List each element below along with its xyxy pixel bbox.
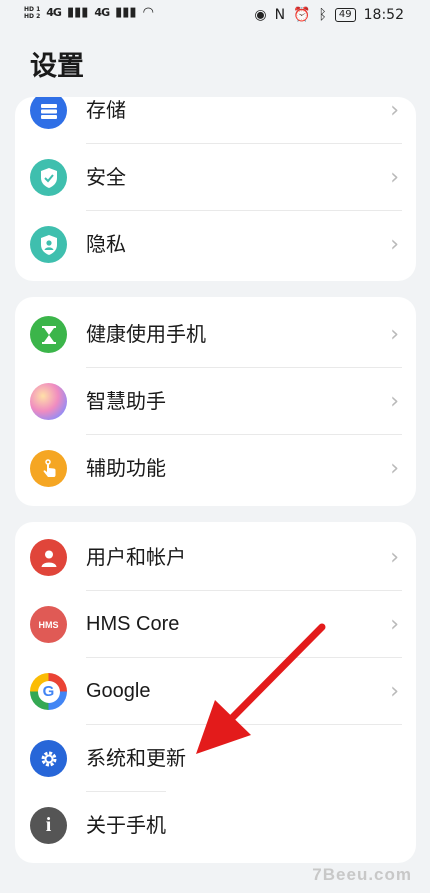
watermark: 7Beeu.com bbox=[312, 865, 412, 884]
annotation-arrow bbox=[196, 623, 326, 754]
